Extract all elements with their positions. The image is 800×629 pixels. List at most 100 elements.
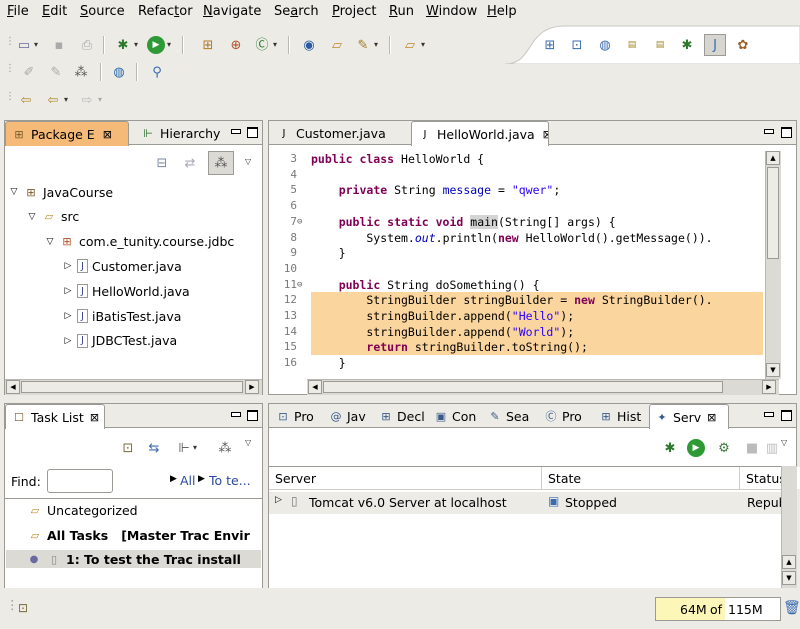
run-icon[interactable]: ▶ <box>147 36 165 54</box>
tab-package-explorer[interactable]: ⊞ Package E ⊠ <box>5 121 129 146</box>
tab-console[interactable]: ▣ Con <box>429 404 482 428</box>
expand-icon[interactable]: ▷ <box>275 495 282 505</box>
menu-edit[interactable]: Edit <box>42 4 67 19</box>
debug-dropdown-icon[interactable]: ▾ <box>134 41 142 49</box>
categorize-dropdown-icon[interactable]: ▾ <box>193 444 201 452</box>
debug-server-icon[interactable]: ✱ <box>661 439 679 457</box>
forward-icon[interactable]: ⇨ <box>78 91 96 109</box>
tab-declaration[interactable]: ⊞ Decl <box>374 404 427 428</box>
last-edit-location-icon[interactable]: ⇦ <box>17 91 35 109</box>
view-menu-icon[interactable]: ▽ <box>781 439 789 447</box>
show-whitespace-icon[interactable]: ⁂ <box>72 63 90 81</box>
tree-item[interactable]: ▽ ▱ src <box>27 208 80 226</box>
code-line[interactable]: 10​ <box>273 261 763 277</box>
horizontal-scrollbar[interactable]: ◀ ▶ <box>307 379 779 395</box>
list-item-selected[interactable]: ● ▯ 1: To test the Trac install <box>6 550 261 568</box>
filter-all-text[interactable]: All <box>169 473 196 488</box>
menu-file[interactable]: File <box>7 4 29 19</box>
collapsed-twisty-icon[interactable]: ▷ <box>63 336 73 346</box>
search-icon[interactable]: ✎ <box>354 36 372 54</box>
code-line[interactable]: 16 } <box>273 355 763 371</box>
horizontal-scrollbar[interactable]: ◀ ▶ <box>5 379 262 395</box>
column-header-server[interactable]: Server <box>269 467 542 489</box>
new-class-icon[interactable]: Ⓒ <box>253 36 271 54</box>
code-line[interactable]: 15 return stringBuilder.toString(); <box>273 339 763 356</box>
close-icon[interactable]: ⊠ <box>543 128 548 141</box>
collapsed-twisty-icon[interactable]: ▷ <box>63 311 73 321</box>
code-line[interactable]: 6​ <box>273 198 763 214</box>
code-line[interactable]: 3 public class HelloWorld { <box>273 151 763 167</box>
categorize-icon[interactable]: ⊩ <box>175 439 193 457</box>
minimize-button[interactable] <box>230 407 241 421</box>
tab-progress[interactable]: Ⓒ Pro <box>539 404 592 428</box>
new-class-dropdown-icon[interactable]: ▾ <box>273 41 281 49</box>
open-perspective-dropdown-icon[interactable]: ▾ <box>421 41 429 49</box>
open-type-icon[interactable]: ◉ <box>300 36 318 54</box>
tab-task-list[interactable]: ☐ Task List ⊠ <box>5 404 105 429</box>
table-row[interactable]: ▷ ▯ Tomcat v6.0 Server at localhost ▣ St… <box>269 492 794 514</box>
new-task-icon[interactable]: ⊡ <box>119 439 137 457</box>
perspective-icon-4[interactable]: ▤ <box>623 36 641 54</box>
web-browser-icon[interactable]: ◍ <box>110 63 128 81</box>
tree-item[interactable]: ▷ J JDBCTest.java <box>63 332 178 350</box>
scroll-thumb[interactable] <box>323 381 723 393</box>
tab-helloworld-java[interactable]: J HelloWorld.java ⊠ <box>411 121 549 146</box>
team-perspective-icon[interactable]: ✿ <box>734 36 752 54</box>
collapsed-twisty-icon[interactable]: ▷ <box>63 286 73 296</box>
vertical-scrollbar[interactable]: ▲ ▼ <box>765 151 781 379</box>
start-server-icon[interactable]: ▶ <box>687 439 705 457</box>
filter-to-link[interactable]: To te... <box>209 473 251 488</box>
stop-server-icon[interactable]: ■ <box>743 439 761 457</box>
expanded-twisty-icon[interactable]: ▽ <box>9 187 19 197</box>
profile-server-icon[interactable]: ⚙ <box>715 439 733 457</box>
new-dropdown-icon[interactable]: ▾ <box>34 41 42 49</box>
fast-view-icon[interactable]: ⊡ <box>18 601 28 615</box>
close-icon[interactable]: ⊠ <box>103 128 112 141</box>
code-line[interactable]: 14 stringBuilder.append("World"); <box>273 323 763 340</box>
maximize-button[interactable] <box>247 410 258 421</box>
menu-search[interactable]: Search <box>274 4 319 19</box>
tree-item[interactable]: ▷ J HelloWorld.java <box>63 282 190 300</box>
debug-icon[interactable]: ✱ <box>114 36 132 54</box>
menu-refactor[interactable]: Refactor <box>138 4 193 19</box>
heap-status[interactable]: 64M of 115M <box>655 597 781 621</box>
maximize-button[interactable] <box>781 127 792 138</box>
publish-icon[interactable]: ▥ <box>763 439 781 457</box>
menu-source[interactable]: Source <box>80 4 125 19</box>
perspective-icon-1[interactable]: ⊞ <box>541 36 559 54</box>
tab-problems[interactable]: ⊡ Pro <box>271 404 324 428</box>
collapse-all-icon[interactable]: ⊟ <box>153 154 171 172</box>
maximize-button[interactable] <box>247 127 258 138</box>
menu-window[interactable]: Window <box>426 4 477 19</box>
perspective-icon-3[interactable]: ◍ <box>596 36 614 54</box>
view-menu-icon[interactable]: ▽ <box>245 439 253 447</box>
link-with-editor-icon[interactable]: ⇄ <box>181 154 199 172</box>
scroll-thumb[interactable] <box>21 381 243 393</box>
menu-run[interactable]: Run <box>389 4 414 19</box>
expanded-twisty-icon[interactable]: ▽ <box>45 237 55 247</box>
back-icon[interactable]: ⇦ <box>44 91 62 109</box>
perspective-icon-2[interactable]: ⊡ <box>568 36 586 54</box>
run-dropdown-icon[interactable]: ▾ <box>167 41 175 49</box>
trash-icon[interactable]: 🗑 <box>783 600 800 616</box>
collapsed-twisty-icon[interactable]: ▷ <box>63 261 73 271</box>
code-line[interactable]: 12 StringBuilder stringBuilder = new Str… <box>273 292 763 309</box>
code-line[interactable]: 8 System.out.println(new HelloWorld().ge… <box>273 230 763 246</box>
highlight-icon[interactable]: ✎ <box>47 63 65 81</box>
tree-item[interactable]: ▽ ⊞ JavaCourse <box>9 183 114 201</box>
code-line[interactable]: 4​ <box>273 167 763 183</box>
scroll-right-icon[interactable]: ▶ <box>762 380 776 394</box>
close-icon[interactable]: ⊠ <box>90 411 99 424</box>
close-icon[interactable]: ⊠ <box>707 411 716 424</box>
minimize-button[interactable] <box>230 124 241 138</box>
list-item[interactable]: ▱ Uncategorized <box>27 501 138 519</box>
minimize-button[interactable] <box>763 124 774 138</box>
toggle-mark-occurrences-icon[interactable]: ✐ <box>20 63 38 81</box>
scroll-right-icon[interactable]: ▶ <box>245 380 259 394</box>
fold-icon[interactable]: ⊖ <box>297 214 302 230</box>
perspective-icon-5[interactable]: ▤ <box>651 36 669 54</box>
maximize-button[interactable] <box>781 410 792 421</box>
scroll-down-icon[interactable]: ▼ <box>782 571 796 585</box>
scroll-left-icon[interactable]: ◀ <box>308 380 322 394</box>
new-java-project-icon[interactable]: ⊞ <box>199 36 217 54</box>
